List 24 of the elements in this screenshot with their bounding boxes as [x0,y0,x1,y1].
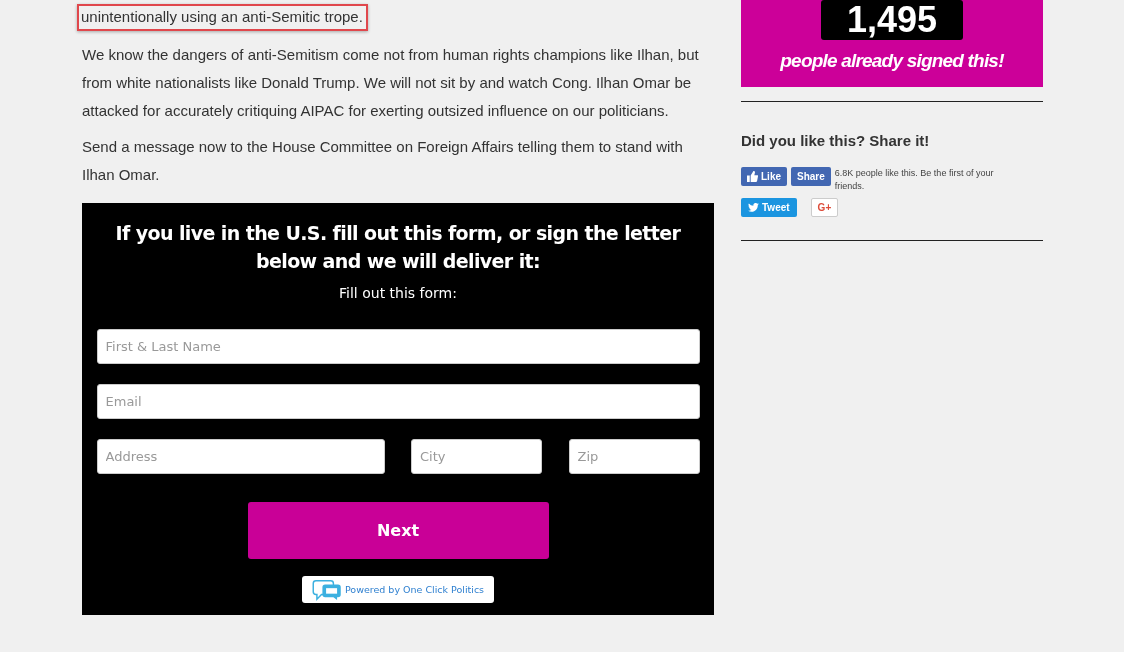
signature-caption: people already signed this! [780,50,1004,72]
powered-by-text: Powered by One Click Politics [344,584,485,595]
powered-by-badge[interactable]: Powered by One Click Politics [301,576,495,603]
google-plus-button[interactable]: G+ [810,198,839,217]
form-title: If you live in the U.S. fill out this form, or sign the letter below and we will deliver it: [114,221,682,274]
text-field[interactable]: Email [96,384,700,419]
form-subtitle: Fill out this form: [339,285,457,301]
paragraph: Send a message now to the House Committee on Foreign Affairs telling them to stand with Ilhan Omar. [82,137,684,185]
bird-icon [748,203,759,212]
thumbs-up-icon [747,171,758,182]
like-count-text: 6.8K people like this. Be the first of your friends. [834,167,995,193]
zip-field[interactable]: Zip [568,439,700,474]
share-heading: Did you like this? Share it! [741,132,931,149]
like-button[interactable]: Like [741,167,787,186]
paragraph: We know the dangers of anti-Semitism come not from human rights champions like Ilhan, but from white nationalists like Donald Trump. We will not sit by and watch Cong. Ilhan Omar be attacked for accurately critiquing AIPAC for exerting outsized influence on our politicians. [82,45,700,121]
highlighted-text: unintentionally using an anti-Semitic trope. [77,4,368,31]
city-field[interactable]: City [411,439,542,474]
signature-count: 1,495 [821,0,963,40]
text-field[interactable]: First & Last Name [96,329,700,364]
share-button[interactable]: Share [791,167,831,186]
tweet-button[interactable]: Tweet [741,198,797,217]
address-field[interactable]: Address [96,439,385,474]
next-button[interactable]: Next [247,502,549,559]
speech-bubble-icon [311,578,342,601]
